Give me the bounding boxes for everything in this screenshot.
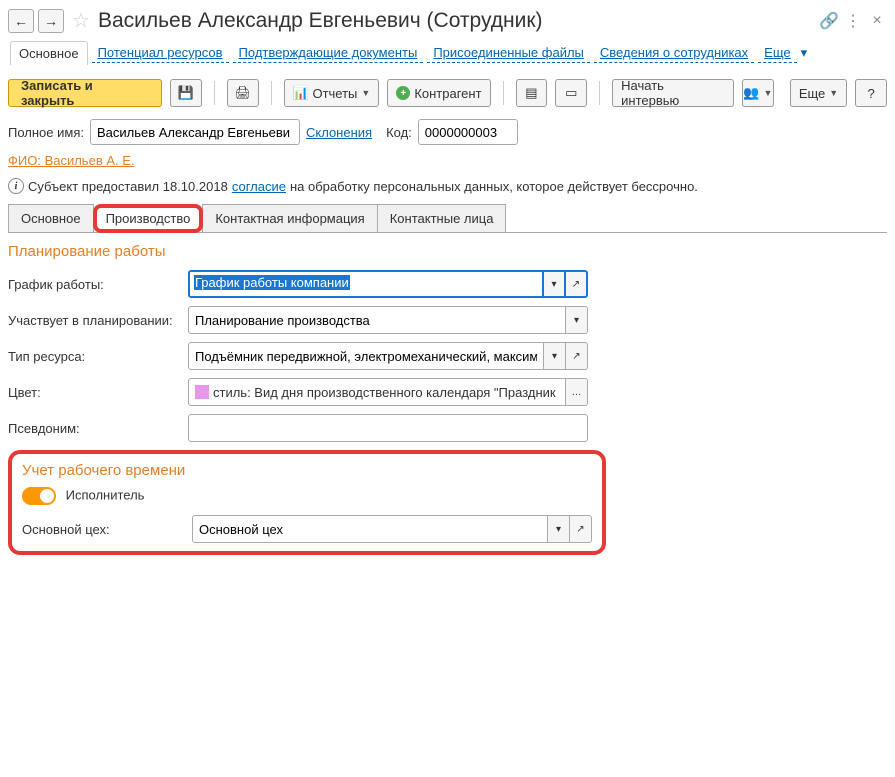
color-input[interactable]: стиль: Вид дня производственного календа… [188, 378, 566, 406]
back-button[interactable]: ← [8, 9, 34, 33]
forward-button[interactable]: → [38, 9, 64, 33]
nav-docs[interactable]: Подтверждающие документы [233, 43, 424, 63]
chevron-down-icon: ▼ [361, 88, 370, 98]
section-planning-title: Планирование работы [8, 243, 887, 260]
resource-type-dropdown-button[interactable]: ▾ [544, 342, 566, 370]
divider [599, 81, 600, 105]
help-button[interactable]: ? [855, 79, 887, 107]
planning-input[interactable] [188, 306, 566, 334]
reports-button[interactable]: 📊 Отчеты▼ [284, 79, 380, 107]
performer-toggle[interactable] [22, 487, 56, 505]
close-icon[interactable]: × [867, 12, 887, 30]
fio-link[interactable]: ФИО: Васильев А. Е. [8, 153, 135, 168]
workshop-open-button[interactable]: ↗ [570, 515, 592, 543]
favorite-star-icon[interactable]: ☆ [72, 8, 90, 33]
more-button[interactable]: Еще▼ [790, 79, 847, 107]
reports-icon: 📊 [293, 85, 309, 101]
kebab-menu-icon[interactable]: ⋮ [843, 11, 863, 31]
nav-main[interactable]: Основное [10, 41, 88, 65]
nav-more[interactable]: Еще [758, 43, 796, 63]
planning-dropdown-button[interactable]: ▾ [566, 306, 588, 334]
workshop-dropdown-button[interactable]: ▾ [548, 515, 570, 543]
tab-production[interactable]: Производство [93, 204, 204, 233]
nav-employees[interactable]: Сведения о сотрудниках [594, 43, 754, 63]
print-button[interactable]: 🖨 [227, 79, 259, 107]
divider [503, 81, 504, 105]
resource-type-label: Тип ресурса: [8, 349, 188, 364]
nav-files[interactable]: Присоединенные файлы [427, 43, 590, 63]
workshop-label: Основной цех: [22, 522, 192, 537]
save-icon: 💾 [178, 85, 194, 101]
performer-label: Исполнитель [66, 487, 145, 502]
schedule-label: График работы: [8, 277, 188, 292]
save-close-button[interactable]: Записать и закрыть [8, 79, 162, 107]
divider [271, 81, 272, 105]
tab-contact[interactable]: Контактная информация [202, 204, 377, 233]
code-label: Код: [386, 125, 412, 140]
code-input[interactable] [418, 119, 518, 145]
schedule-dropdown-button[interactable]: ▾ [544, 270, 566, 298]
alias-input[interactable] [188, 414, 588, 442]
divider [214, 81, 215, 105]
declension-link[interactable]: Склонения [306, 125, 372, 140]
print-icon: 🖨 [234, 85, 251, 101]
info-icon: i [8, 178, 24, 194]
full-name-label: Полное имя: [8, 125, 84, 140]
consent-link[interactable]: согласие [232, 179, 286, 194]
card-icon: ▭ [565, 85, 577, 101]
consent-prefix: Субъект предоставил 18.10.2018 [28, 179, 228, 194]
save-button[interactable]: 💾 [170, 79, 202, 107]
chevron-down-icon: ▼ [764, 88, 773, 98]
consent-suffix: на обработку персональных данных, которо… [290, 179, 698, 194]
tab-main[interactable]: Основное [8, 204, 94, 233]
nav-potential[interactable]: Потенциал ресурсов [92, 43, 229, 63]
link-icon[interactable]: 🔗 [819, 11, 839, 31]
contractor-button[interactable]: +Контрагент [387, 79, 490, 107]
plus-icon: + [396, 86, 410, 100]
workshop-input[interactable] [192, 515, 548, 543]
color-swatch-icon [195, 385, 209, 399]
page-title: Васильев Александр Евгеньевич (Сотрудник… [98, 9, 815, 33]
schedule-open-button[interactable]: ↗ [566, 270, 588, 298]
nav-more-arrow-icon[interactable]: ▾ [801, 45, 808, 61]
time-tracking-highlight: Учет рабочего времени Исполнитель Основн… [8, 450, 606, 555]
users-button[interactable]: 👥▼ [742, 79, 774, 107]
users-icon: 👥 [743, 85, 759, 101]
color-more-button[interactable]: … [566, 378, 588, 406]
list-icon: ▤ [525, 85, 537, 101]
section-time-title: Учет рабочего времени [22, 462, 592, 479]
resource-type-input[interactable] [188, 342, 544, 370]
color-label: Цвет: [8, 385, 188, 400]
planning-label: Участвует в планировании: [8, 313, 188, 328]
interview-button[interactable]: Начать интервью [612, 79, 734, 107]
card-view-button[interactable]: ▭ [555, 79, 587, 107]
tab-persons[interactable]: Контактные лица [377, 204, 507, 233]
resource-type-open-button[interactable]: ↗ [566, 342, 588, 370]
full-name-input[interactable] [90, 119, 300, 145]
chevron-down-icon: ▼ [829, 88, 838, 98]
list-view-button[interactable]: ▤ [516, 79, 548, 107]
alias-label: Псевдоним: [8, 421, 188, 436]
